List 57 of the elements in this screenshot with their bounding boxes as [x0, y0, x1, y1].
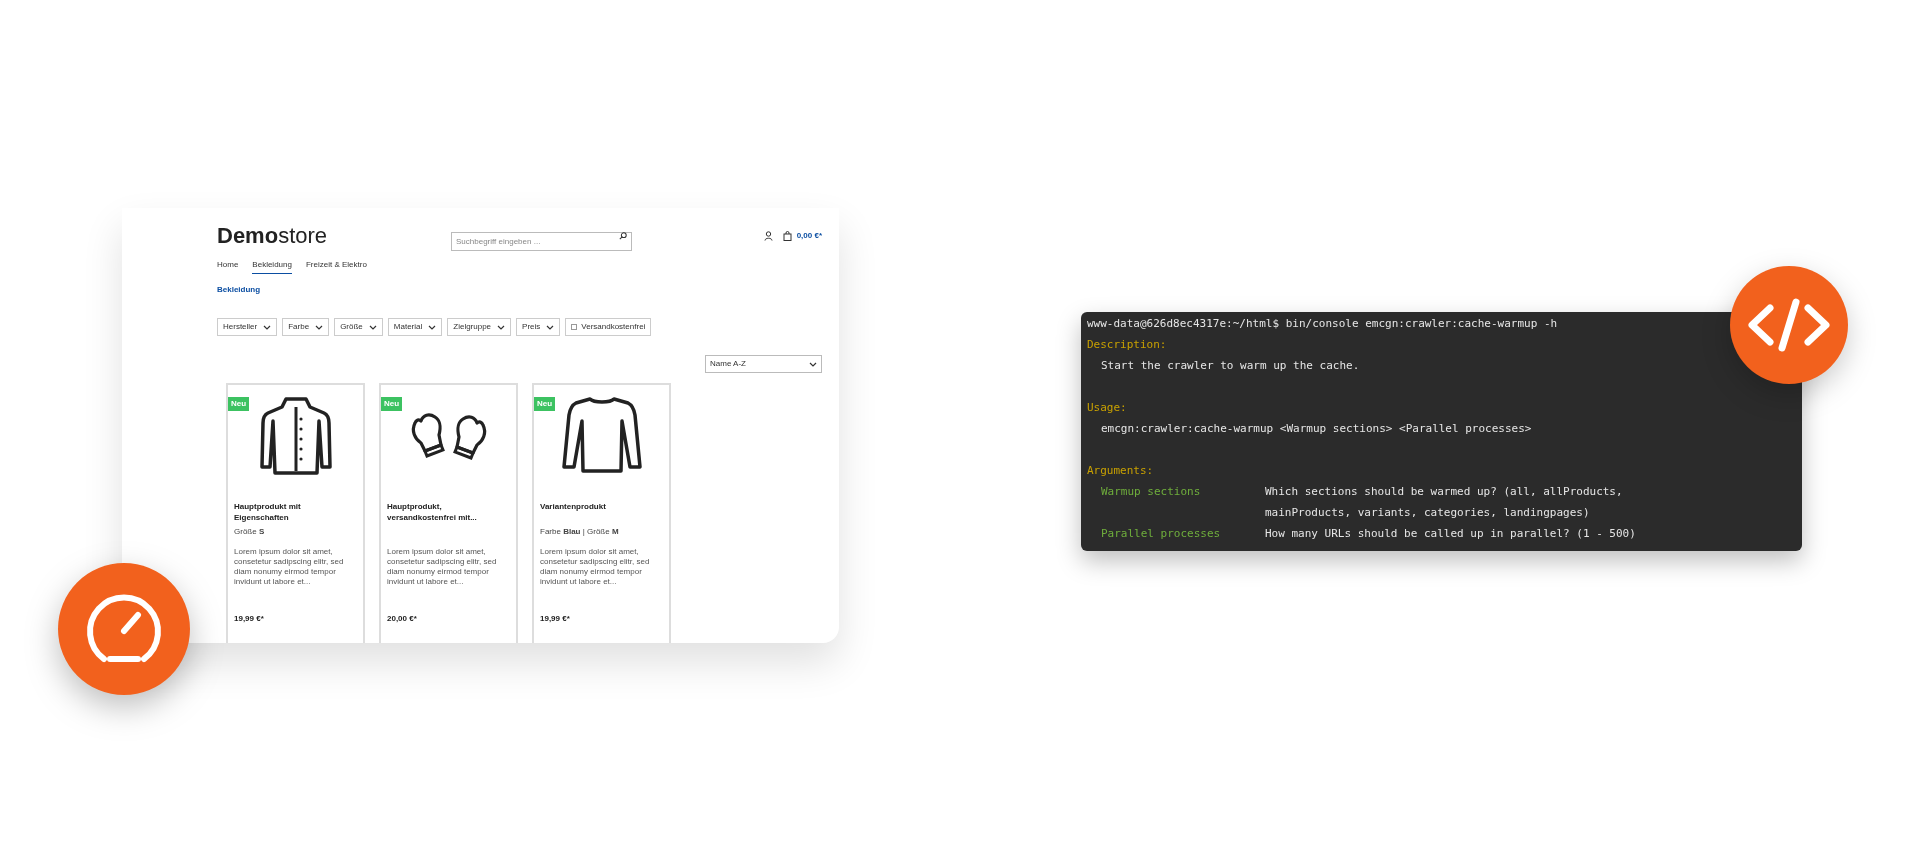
argument-description: Which sections should be warmed up? (all, allProducts, — [1265, 484, 1623, 500]
nav-link[interactable]: Freizeit & Elektro — [305, 259, 367, 274]
store-logo[interactable]: Demostore — [217, 225, 451, 247]
chevron-down-icon — [263, 324, 272, 330]
product-variant: Farbe Blau | Größe M — [540, 527, 620, 537]
cart-total[interactable]: 0,00 €* — [796, 230, 822, 242]
code-icon — [1730, 266, 1848, 384]
filter-dropdown[interactable]: Zielgruppe — [447, 318, 512, 336]
product-variant: Größe S — [234, 527, 266, 537]
nav-link[interactable]: Home — [217, 259, 239, 274]
long-sleeve-shirt-icon — [561, 395, 642, 475]
product-title[interactable]: Variantenprodukt — [540, 501, 663, 523]
argument-description: mainProducts, variants, categories, landingpages) — [1265, 505, 1590, 521]
product-title[interactable]: Hauptprodukt mit Eigenschaften — [234, 501, 357, 523]
jacket-icon — [259, 395, 332, 475]
product-description: Lorem ipsum dolor sit amet, consetetur sadipscing elitr, sed diam nonumy eirmod tempor invidunt ut labore et... — [540, 547, 651, 588]
product-description: Lorem ipsum dolor sit amet, consetetur sadipscing elitr, sed diam nonumy eirmod tempor invidunt ut labore et... — [387, 547, 498, 588]
new-badge: Neu — [534, 397, 556, 411]
filter-dropdown[interactable]: Hersteller — [217, 318, 278, 336]
user-icon[interactable] — [763, 231, 773, 241]
chevron-down-icon — [809, 361, 817, 367]
product-card[interactable]: Neu Variantenprodukt Farbe Blau | Größe M Lorem ipsum dolor sit amet, consetetur sadipscing elitr, sed diam nonumy eirmod tempor invidunt ut labore et... 19,99 €* — [532, 383, 671, 643]
filter-dropdown[interactable]: Material — [387, 318, 443, 336]
filter-dropdown[interactable]: Größe — [334, 318, 383, 336]
nav-link[interactable]: Bekleidung — [252, 259, 292, 274]
product-description: Lorem ipsum dolor sit amet, consetetur sadipscing elitr, sed diam nonumy eirmod tempor invidunt ut labore et... — [234, 547, 345, 588]
new-badge: Neu — [381, 397, 403, 411]
chevron-down-icon — [546, 324, 555, 330]
product-price: 19,99 €* — [540, 613, 571, 625]
product-title[interactable]: Hauptprodukt, versandkostenfrei mit... — [387, 501, 510, 523]
search-icon[interactable] — [619, 231, 627, 240]
terminal-text: emcgn:crawler:cache-warmup <Warmup sections> <Parallel processes> — [1100, 421, 1532, 437]
argument-name: Warmup sections — [1101, 484, 1202, 500]
section-heading: Description: — [1087, 337, 1167, 353]
section-heading: Arguments: — [1087, 463, 1154, 479]
terminal-text: Start the crawler to warm up the cache. — [1100, 358, 1360, 374]
product-price: 19,99 €* — [234, 613, 265, 625]
filter-checkbox[interactable]: Versandkostenfrei — [565, 318, 652, 336]
argument-description: How many URLs should be called up in parallel? (1 - 500) — [1265, 526, 1636, 542]
new-badge: Neu — [228, 397, 250, 411]
product-card[interactable]: Neu Hauptprodukt, versandkostenfrei mit... Lorem ipsum dolor sit amet, consetetur sadipscing elitr, sed diam nonumy eirmod tempor invidunt ut labore et... 20,00 €* — [379, 383, 518, 643]
checkbox[interactable] — [571, 324, 578, 330]
sort-dropdown[interactable]: Name A-Z — [705, 355, 822, 373]
command-line: www-data@626d8ec4317e:~/html$ bin/console emcgn:crawler:cache-warmup -h — [1087, 316, 1558, 332]
search-field[interactable]: Suchbegriff eingeben ... — [451, 231, 632, 251]
filter-dropdown[interactable]: Farbe — [282, 318, 330, 336]
chevron-down-icon — [428, 324, 437, 330]
shopping-bag-icon[interactable] — [782, 231, 792, 241]
argument-name: Parallel processes — [1101, 526, 1222, 542]
filter-dropdown[interactable]: Preis — [516, 318, 561, 336]
chevron-down-icon — [368, 324, 377, 330]
product-price: 20,00 €* — [387, 613, 418, 625]
chevron-down-icon — [315, 324, 324, 330]
section-heading: Usage: — [1087, 400, 1127, 416]
breadcrumb-link[interactable]: Bekleidung — [217, 284, 261, 296]
chevron-down-icon — [497, 324, 506, 330]
product-card[interactable]: Neu Hauptprodukt mit Eigenschaften Größe S Lorem ipsum dolor sit amet, consetetur sadipscing elitr, sed diam nonumy eirmod tempor invidunt ut labore et... 19,99 €* — [226, 383, 365, 643]
